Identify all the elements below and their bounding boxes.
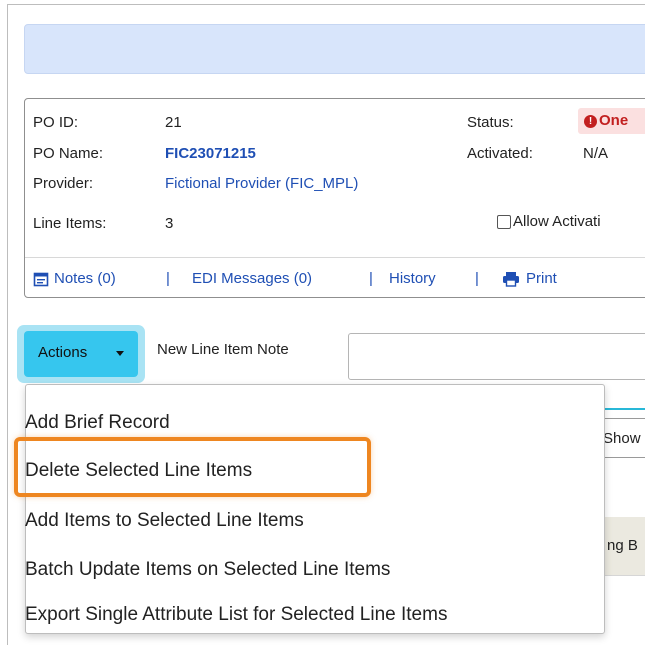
separator: | (475, 270, 479, 287)
status-label: Status: (467, 114, 514, 131)
separator: | (369, 270, 373, 287)
menu-item-add-brief-record[interactable]: Add Brief Record (25, 412, 170, 434)
menu-item-export-single-attribute-list[interactable]: Export Single Attribute List for Selecte… (25, 604, 447, 626)
highlight-annotation (14, 437, 371, 497)
line-items-value: 3 (165, 215, 174, 232)
provider-label: Provider: (33, 175, 94, 192)
po-id-value: 21 (165, 114, 182, 131)
edi-messages-link[interactable]: EDI Messages (0) (192, 270, 312, 287)
status-value: One (599, 112, 629, 129)
alert-banner (24, 24, 645, 74)
allow-activation-label: Allow Activati (513, 213, 601, 230)
po-summary-panel (24, 98, 645, 298)
actions-button-label: Actions (38, 344, 88, 361)
activated-label: Activated: (467, 145, 533, 162)
show-button-label: Show (603, 430, 641, 447)
new-line-item-note-label: New Line Item Note (157, 341, 289, 358)
menu-item-add-items-to-selected[interactable]: Add Items to Selected Line Items (25, 510, 304, 532)
notes-link[interactable]: Notes (0) (54, 270, 116, 287)
po-id-label: PO ID: (33, 114, 79, 131)
provider-link[interactable]: Fictional Provider (FIC_MPL) (165, 175, 358, 192)
table-header-text: ng B (607, 537, 638, 554)
allow-activation-checkbox[interactable] (497, 215, 511, 229)
print-link[interactable]: Print (526, 270, 557, 287)
actions-button[interactable]: Actions (24, 331, 138, 377)
po-name-label: PO Name: (33, 145, 104, 162)
new-line-item-note-input[interactable] (348, 333, 645, 380)
status-badge: ! One (578, 108, 645, 134)
po-name-link[interactable]: FIC23071215 (165, 145, 256, 162)
alert-icon: ! (584, 115, 597, 128)
calendar-icon (33, 271, 49, 292)
line-items-label: Line Items: (33, 215, 107, 232)
printer-icon (502, 271, 520, 292)
panel-divider (25, 257, 645, 258)
separator: | (166, 270, 170, 287)
menu-item-batch-update-items[interactable]: Batch Update Items on Selected Line Item… (25, 559, 390, 581)
caret-down-icon (116, 351, 124, 356)
history-link[interactable]: History (389, 270, 436, 287)
activated-value: N/A (583, 145, 609, 162)
